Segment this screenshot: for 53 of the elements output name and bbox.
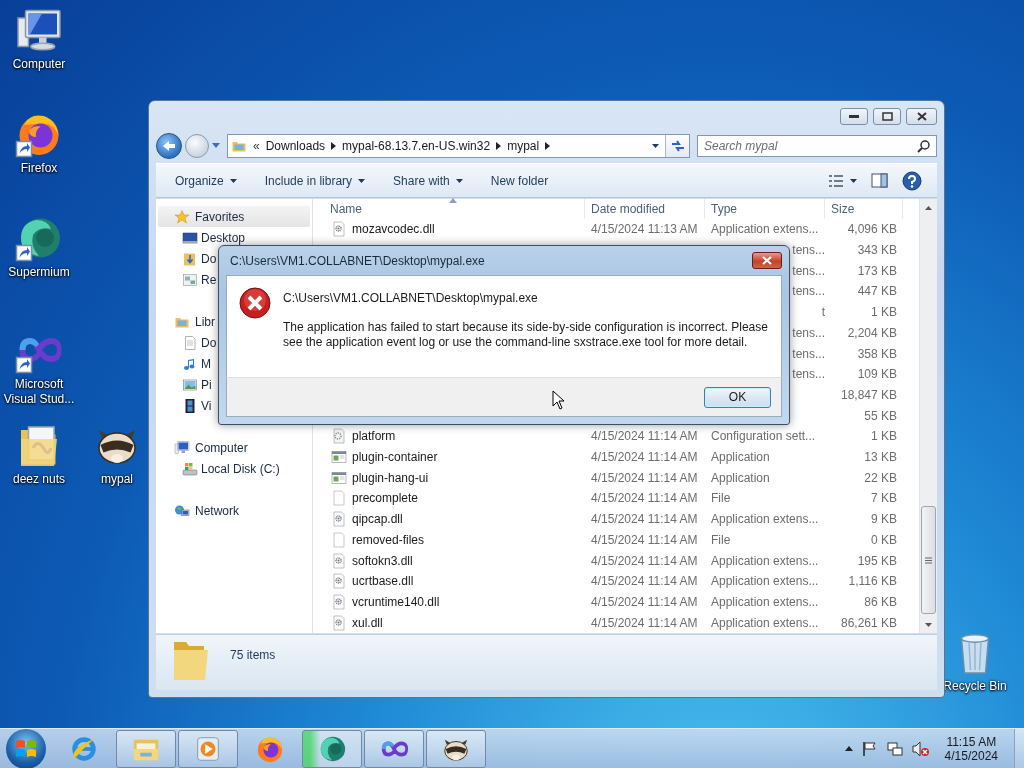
- file-size: 1,116 KB: [848, 574, 897, 589]
- date-modified: 4/15/2024 11:14 AM: [591, 450, 698, 465]
- file-size: 0 KB: [871, 532, 897, 547]
- file-type: tens...: [792, 284, 825, 299]
- date-modified: 4/15/2024 11:14 AM: [591, 512, 698, 527]
- date-modified: 4/15/2024 11:14 AM: [591, 429, 698, 444]
- date-modified: 4/15/2024 11:14 AM: [591, 574, 698, 589]
- file-type: Application extens...: [711, 222, 819, 237]
- dialog-heading: C:\Users\VM1.COLLABNET\Desktop\mypal.exe: [283, 291, 539, 305]
- file-size: 7 KB: [871, 491, 897, 506]
- file-size: 9 KB: [871, 512, 897, 527]
- file-size: 447 KB: [857, 284, 897, 299]
- file-type: Application extens...: [711, 574, 819, 589]
- file-size: 2,204 KB: [847, 325, 897, 340]
- file-type: Application: [711, 470, 770, 485]
- file-type: Configuration sett...: [711, 429, 816, 444]
- date-modified: 4/15/2024 11:14 AM: [591, 470, 698, 485]
- file-size: 1 KB: [871, 429, 897, 444]
- file-size: 86,261 KB: [840, 615, 897, 630]
- date-modified: 4/15/2024 11:14 AM: [591, 615, 698, 630]
- file-type: tens...: [792, 367, 825, 382]
- dialog-title: C:\Users\VM1.COLLABNET\Desktop\mypal.exe: [229, 253, 485, 268]
- file-type: Application extens...: [711, 615, 819, 630]
- file-type: tens...: [792, 263, 825, 278]
- file-size: 1 KB: [871, 305, 897, 320]
- file-type: t: [821, 305, 825, 320]
- file-size: 109 KB: [857, 367, 897, 382]
- file-size: 55 KB: [864, 408, 897, 423]
- item-count: 75 items: [230, 648, 276, 662]
- file-size: 343 KB: [857, 243, 897, 258]
- file-size: 13 KB: [864, 450, 897, 465]
- date-modified: 4/15/2024 11:14 AM: [591, 532, 698, 547]
- file-size: 86 KB: [864, 595, 897, 609]
- file-size: 18,847 KB: [840, 387, 897, 402]
- file-type: tens...: [792, 346, 825, 361]
- file-size: 4,096 KB: [847, 222, 897, 237]
- file-type: File: [711, 491, 731, 506]
- file-type: Application extens...: [711, 595, 819, 609]
- date-modified: 4/15/2024 11:14 AM: [591, 491, 698, 506]
- file-type: Application: [711, 450, 770, 465]
- error-message: The application has failed to start because its side-by-side configuration is incorrect. Please see the application event log or use the command-line sxstrace.exe tool for more detail.: [283, 320, 768, 350]
- file-size: 22 KB: [864, 470, 897, 485]
- file-type: Application extens...: [711, 553, 819, 568]
- file-size: 358 KB: [857, 346, 897, 361]
- file-type: Application extens...: [711, 512, 819, 527]
- date-modified: 4/15/2024 11:14 AM: [591, 553, 698, 568]
- date-modified: 4/15/2024 11:14 AM: [591, 595, 698, 609]
- date-modified: 4/15/2024 11:13 AM: [591, 222, 698, 237]
- file-type: File: [711, 532, 731, 547]
- file-size: 173 KB: [857, 263, 897, 278]
- file-size: 195 KB: [857, 553, 897, 568]
- file-type: tens...: [792, 325, 825, 340]
- file-type: tens...: [792, 243, 825, 258]
